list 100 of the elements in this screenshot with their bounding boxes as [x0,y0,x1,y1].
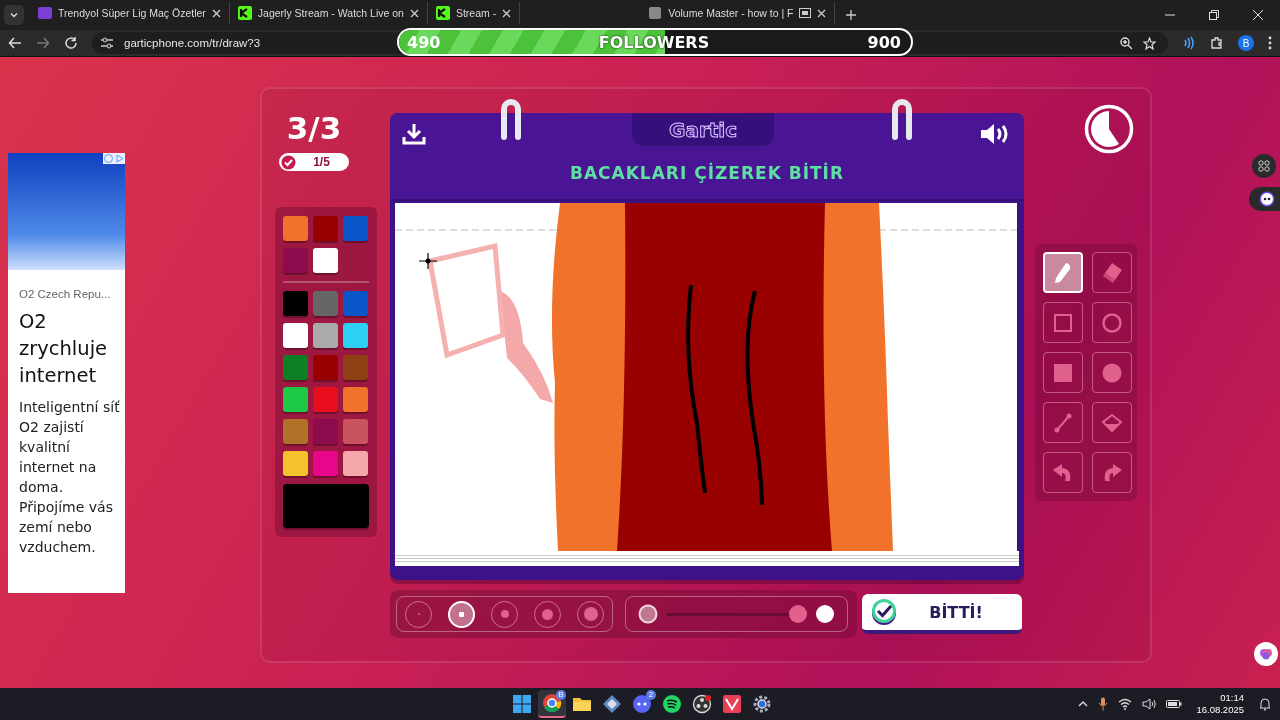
eraser-tool-button[interactable] [1092,252,1132,293]
color-swatch[interactable] [343,216,368,241]
color-swatch[interactable] [343,419,368,444]
timer-icon [1084,104,1134,154]
check-badge-icon [870,598,898,626]
apps-grid-button[interactable] [1252,154,1276,178]
color-swatch[interactable] [313,355,338,380]
pencil-tool-button[interactable] [1043,252,1083,293]
color-swatch[interactable] [283,387,308,412]
logo-text: Gartic [668,117,737,142]
close-icon[interactable] [211,8,221,18]
notification-badge: B [556,690,566,700]
color-swatch[interactable] [283,291,308,316]
solid-circle-icon [815,604,835,624]
restore-icon[interactable] [1209,10,1219,20]
caret-down-icon [9,10,19,20]
notification-badge: 2 [646,690,656,700]
color-swatch[interactable] [283,323,308,348]
color-swatch[interactable] [283,355,308,380]
line-tool-button[interactable] [1043,402,1083,443]
favicon-icon [237,6,252,20]
color-swatch[interactable] [313,451,338,476]
wifi-icon[interactable] [1118,698,1133,710]
caret-up-icon[interactable] [1078,699,1089,709]
zoom-icon[interactable] [1120,36,1133,50]
notification-bell-icon[interactable] [1258,697,1272,711]
follower-count: 490 [407,32,441,52]
v-logo-icon [722,694,742,714]
reload-icon[interactable] [64,36,78,50]
color-swatch[interactable] [283,216,308,241]
eraser-icon [1100,260,1124,285]
assistant-button[interactable] [1249,187,1280,211]
canvas-drawing[interactable] [395,203,1017,551]
color-swatch[interactable] [313,291,338,316]
rect-tool-button[interactable] [1043,302,1083,343]
color-swatch[interactable] [313,419,338,444]
color-swatch[interactable] [343,323,368,348]
close-icon[interactable] [502,8,512,18]
round-counter: 3/3 [286,111,342,145]
done-count-text: 1/5 [312,155,331,169]
color-swatch[interactable] [313,216,338,241]
current-color-swatch[interactable] [283,484,369,528]
favicon-icon [38,6,52,20]
volume-icon[interactable] [1142,698,1157,710]
color-swatch[interactable] [343,387,368,412]
browser-tab[interactable]: Stream - [427,2,521,24]
advertiser-name: O2 Czech Repu... [19,288,112,300]
ad-body-text: Inteligentní síť O2 zajistí kvalitní internet na doma. Připojíme vás zemí nebo vzduchem. [19,398,121,557]
browser-tab[interactable]: Jagerly Stream - Watch Live on [229,2,428,24]
battery-icon[interactable] [1166,699,1183,709]
tab-list-button[interactable] [4,5,24,25]
clock-time: 01:14 [1220,692,1244,704]
follower-goal: 900 [867,32,901,52]
color-swatch[interactable] [343,291,368,316]
favicon-icon [435,6,450,20]
close-icon[interactable] [409,8,419,18]
color-swatch[interactable] [313,387,338,412]
download-icon[interactable] [402,123,426,145]
prompt-text: BACAKLARI ÇİZEREK BİTİR [568,163,846,183]
redo-tool-button[interactable] [1092,452,1132,493]
color-swatch[interactable] [283,248,308,273]
color-swatch[interactable] [313,248,338,273]
color-swatch[interactable] [283,419,308,444]
ad-info-icon[interactable] [103,153,125,164]
rect-fill-tool-button[interactable] [1043,352,1083,393]
menu-icon[interactable] [1268,36,1272,50]
color-swatch[interactable] [283,451,308,476]
ad-card[interactable]: O2 Czech Repu... O2 zrychluje internet Inteligentní síť O2 zajistí kvalitní internet na doma. Připojíme vás zemí nebo vzduchem. [8,153,125,593]
profile-avatar[interactable]: B [1238,35,1254,51]
new-tab-icon[interactable] [845,9,858,21]
browser-tab[interactable]: Volume Master - how to | F [640,2,836,24]
color-swatch[interactable] [313,323,338,348]
windows-grid-icon [512,694,532,714]
close-icon[interactable] [1253,10,1263,20]
slider-thumb[interactable] [789,605,807,623]
color-swatch[interactable] [343,355,368,380]
site-info-icon[interactable] [100,37,114,49]
close-icon[interactable] [817,8,827,18]
ellipse-fill-tool-button[interactable] [1092,352,1132,393]
favicon-icon [648,6,663,20]
opacity-slider[interactable] [666,605,807,623]
forward-icon[interactable] [36,36,50,50]
back-icon[interactable] [8,36,22,50]
microphone-icon[interactable] [1098,697,1109,711]
undo-tool-button[interactable] [1043,452,1083,493]
extensions-puzzle-icon[interactable] [1210,36,1224,50]
color-swatch[interactable] [343,451,368,476]
browser-icon[interactable]: B [538,690,566,718]
browser-tab[interactable]: Trendyol Süper Lig Maç Özetler [30,2,230,24]
gear-icon [752,694,772,714]
extension-icon[interactable] [1182,36,1196,50]
done-button[interactable]: BİTTİ! [862,594,1022,634]
face-icon [1259,191,1275,207]
bookmark-star-icon[interactable] [1143,36,1156,50]
clock-date: 16.08.2025 [1196,704,1244,716]
ad-headline: O2 zrychluje internet [19,309,109,389]
browser-logo-icon [542,693,562,713]
diamond-icon [602,694,622,714]
ellipse-tool-button[interactable] [1092,302,1132,343]
bucket-tool-button[interactable] [1092,402,1132,443]
